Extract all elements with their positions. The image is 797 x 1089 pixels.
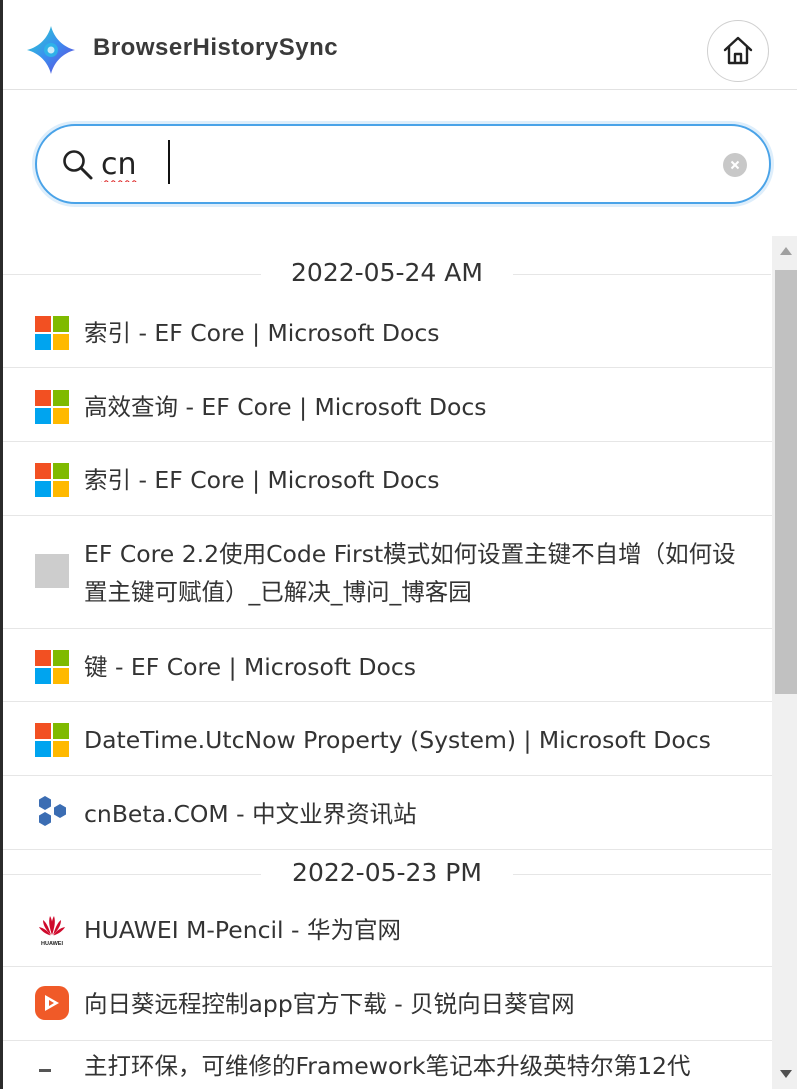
history-item-title: 索引 - EF Core | Microsoft Docs	[84, 466, 440, 494]
app-header: BrowserHistorySync	[3, 0, 797, 90]
history-item-title: 索引 - EF Core | Microsoft Docs	[84, 319, 440, 347]
scroll-down-button[interactable]	[772, 1059, 797, 1089]
history-item[interactable]: HUAWEI HUAWEI M-Pencil - 华为官网	[3, 898, 773, 967]
history-item-title: HUAWEI M-Pencil - 华为官网	[84, 916, 401, 944]
home-button[interactable]	[707, 20, 769, 82]
search-box[interactable]	[35, 124, 771, 204]
history-item[interactable]: EF Core 2.2使用Code First模式如何设置主键不自增（如何设置主…	[3, 516, 773, 629]
huawei-icon: HUAWEI	[39, 916, 65, 947]
blank-page-icon	[35, 554, 69, 588]
date-group-header: 2022-05-23 PM	[3, 850, 773, 898]
search-icon	[63, 150, 93, 180]
history-item[interactable]: 索引 - EF Core | Microsoft Docs	[3, 312, 773, 368]
arrow-up-icon	[780, 247, 792, 255]
history-item-title: DateTime.UtcNow Property (System) | Micr…	[84, 726, 711, 754]
microsoft-icon	[35, 723, 69, 757]
vertical-scrollbar[interactable]	[772, 236, 797, 1089]
clear-icon	[730, 160, 740, 170]
date-label: 2022-05-24 AM	[291, 258, 483, 287]
sparkle-logo-icon	[27, 26, 75, 74]
text-caret	[168, 140, 170, 184]
divider	[3, 874, 261, 875]
app-window: BrowserHistorySync 2022-05-24	[0, 0, 797, 1089]
history-item[interactable]: 主打环保，可维修的Framework笔记本升级英特尔第12代	[3, 1041, 773, 1089]
microsoft-icon	[35, 463, 69, 497]
cnbeta-icon	[39, 796, 66, 826]
history-item[interactable]: 向日葵远程控制app官方下载 - 贝锐向日葵官网	[3, 967, 773, 1041]
microsoft-icon	[35, 390, 69, 424]
search-input[interactable]	[101, 142, 701, 186]
history-item-title: cnBeta.COM - 中文业界资讯站	[84, 800, 417, 828]
arrow-down-icon	[780, 1070, 792, 1078]
microsoft-icon	[35, 650, 69, 684]
date-label: 2022-05-23 PM	[292, 858, 482, 887]
history-item-title: EF Core 2.2使用Code First模式如何设置主键不自增（如何设置主…	[84, 540, 736, 606]
history-item-title: 向日葵远程控制app官方下载 - 贝锐向日葵官网	[84, 990, 575, 1018]
sunlogin-icon	[35, 986, 69, 1020]
history-item[interactable]: 索引 - EF Core | Microsoft Docs	[3, 442, 773, 516]
scrollbar-thumb[interactable]	[775, 270, 797, 694]
history-item[interactable]: 键 - EF Core | Microsoft Docs	[3, 629, 773, 702]
history-list[interactable]: 2022-05-24 AM 索引 - EF Core | Microsoft D…	[3, 236, 773, 1089]
svg-text:HUAWEI: HUAWEI	[41, 941, 63, 947]
history-item[interactable]: DateTime.UtcNow Property (System) | Micr…	[3, 702, 773, 776]
microsoft-icon	[35, 316, 69, 350]
history-item[interactable]: 高效查询 - EF Core | Microsoft Docs	[3, 368, 773, 442]
page-icon	[39, 1069, 51, 1072]
history-item-title: 高效查询 - EF Core | Microsoft Docs	[84, 393, 487, 421]
home-icon	[723, 36, 753, 65]
history-item-title: 主打环保，可维修的Framework笔记本升级英特尔第12代	[84, 1052, 691, 1080]
divider	[3, 274, 261, 275]
app-title: BrowserHistorySync	[93, 34, 339, 61]
clear-search-button[interactable]	[723, 153, 747, 177]
history-item[interactable]: cnBeta.COM - 中文业界资讯站	[3, 776, 773, 850]
history-item-title: 键 - EF Core | Microsoft Docs	[84, 653, 417, 681]
scroll-up-button[interactable]	[772, 236, 797, 266]
divider	[513, 874, 771, 875]
divider	[513, 274, 771, 275]
date-group-header: 2022-05-24 AM	[3, 236, 773, 312]
